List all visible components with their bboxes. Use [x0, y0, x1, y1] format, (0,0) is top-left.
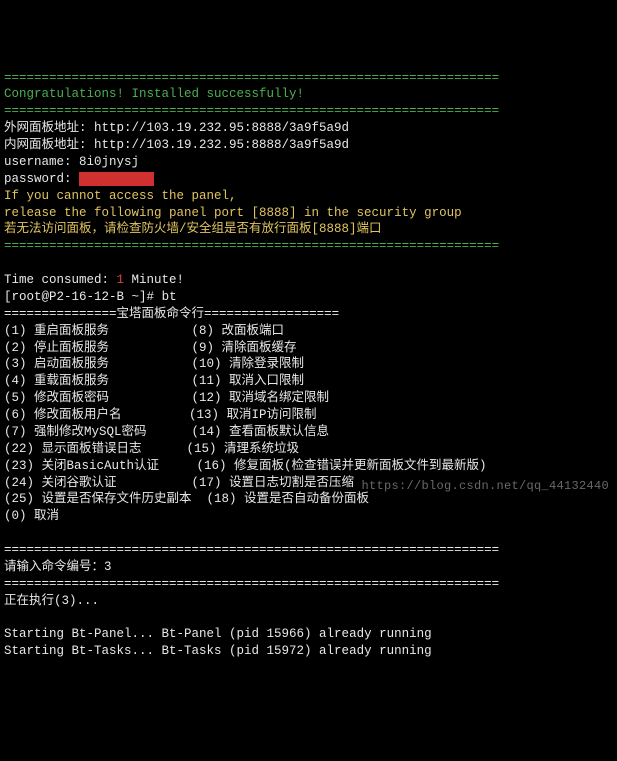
separator: ========================================…	[4, 104, 499, 118]
ext-panel-line: 外网面板地址: http://103.19.232.95:8888/3a9f5a…	[4, 121, 349, 135]
exec-line: 正在执行(3)...	[4, 594, 99, 608]
prompt-userhost: [root@P2-16-12-B	[4, 290, 132, 304]
warn-line-1: If you cannot access the panel,	[4, 189, 237, 203]
int-panel-label: 内网面板地址:	[4, 138, 94, 152]
time-suffix: Minute!	[124, 273, 184, 287]
status-2a: Starting Bt-Tasks...	[4, 644, 154, 658]
prompt-tail: ]#	[139, 290, 162, 304]
input-line[interactable]: 请输入命令编号：3	[4, 560, 112, 574]
time-value: 1	[117, 273, 125, 287]
separator: ========================================…	[4, 71, 499, 85]
separator: ========================================…	[4, 543, 499, 557]
congrats-line: Congratulations! Installed successfully!	[4, 87, 304, 101]
time-line: Time consumed: 1 Minute!	[4, 273, 184, 287]
warn-line-2: release the following panel port [8888] …	[4, 206, 462, 220]
status-1a: Starting Bt-Panel...	[4, 627, 154, 641]
username-line: username: 8i0jnysj	[4, 155, 139, 169]
menu-title-line: ===============宝塔面板命令行==================	[4, 307, 339, 321]
warn-line-3: 若无法访问面板，请检查防火墙/安全组是否有放行面板[8888]端口	[4, 222, 382, 236]
ext-panel-url: http://103.19.232.95:8888/3a9f5a9d	[94, 121, 349, 135]
username-label: username:	[4, 155, 79, 169]
status-1b: Bt-Panel (pid 15966) already running	[154, 627, 432, 641]
ext-panel-label: 外网面板地址:	[4, 121, 94, 135]
input-prompt: 请输入命令编号：	[4, 560, 104, 574]
status-line-1: Starting Bt-Panel... Bt-Panel (pid 15966…	[4, 627, 432, 641]
menu-list: (1) 重启面板服务 (8) 改面板端口 (2) 停止面板服务 (9) 清除面板…	[4, 323, 613, 526]
int-panel-line: 内网面板地址: http://103.19.232.95:8888/3a9f5a…	[4, 138, 349, 152]
input-value: 3	[104, 560, 112, 574]
status-line-2: Starting Bt-Tasks... Bt-Tasks (pid 15972…	[4, 644, 432, 658]
prompt-cmd: bt	[162, 290, 177, 304]
menu-title-pre: ===============	[4, 307, 117, 321]
prompt-tilde: ~	[132, 290, 140, 304]
separator: ========================================…	[4, 577, 499, 591]
menu-title-post: ==================	[204, 307, 339, 321]
prompt-line[interactable]: [root@P2-16-12-B ~]# bt	[4, 290, 177, 304]
password-mask	[79, 172, 154, 186]
time-prefix: Time consumed:	[4, 273, 117, 287]
password-line: password:	[4, 172, 154, 186]
password-label: password:	[4, 172, 79, 186]
separator: ========================================…	[4, 239, 499, 253]
status-2b: Bt-Tasks (pid 15972) already running	[154, 644, 432, 658]
username-value: 8i0jnysj	[79, 155, 139, 169]
menu-title-text: 宝塔面板命令行	[117, 307, 205, 321]
int-panel-url: http://103.19.232.95:8888/3a9f5a9d	[94, 138, 349, 152]
